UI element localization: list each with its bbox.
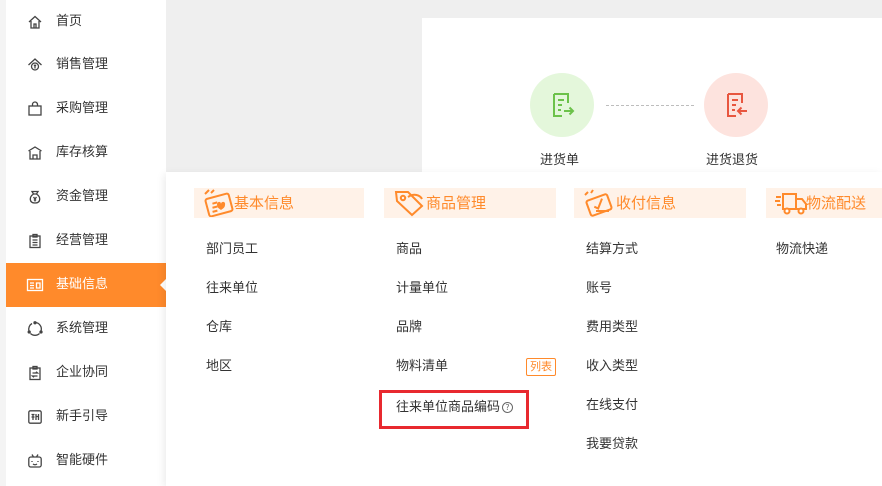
menu-link-settlement-method[interactable]: 结算方式 xyxy=(586,241,638,259)
sidebar-item-sales[interactable]: 销售管理 xyxy=(6,43,166,87)
menu-link-apply-loan[interactable]: 我要贷款 xyxy=(586,436,638,454)
bill-of-materials-list-badge[interactable]: 列表 xyxy=(526,358,556,376)
flow-connector-line xyxy=(606,105,694,106)
column-header-product-management: 商品管理 xyxy=(384,188,556,218)
menu-link-expense-type[interactable]: 费用类型 xyxy=(586,319,638,337)
system-icon xyxy=(26,320,44,338)
menu-link-product[interactable]: 商品 xyxy=(396,241,422,259)
sidebar-item-new-guide[interactable]: 新手引导 xyxy=(6,395,166,439)
menu-link-bill-of-materials[interactable]: 物料清单 xyxy=(396,358,448,376)
smart-hardware-icon xyxy=(26,452,44,470)
sidebar-item-label: 基础信息 xyxy=(56,277,109,292)
purchase-return-icon xyxy=(727,93,747,117)
sidebar-item-label: 采购管理 xyxy=(56,101,109,116)
warehouse-icon xyxy=(26,144,44,162)
sidebar-item-basic-info[interactable]: 基础信息 xyxy=(6,263,166,307)
sidebar-item-funds[interactable]: 资金管理 xyxy=(6,175,166,219)
sales-icon xyxy=(26,56,44,74)
sidebar-item-home[interactable]: 首页 xyxy=(6,0,166,44)
sidebar-item-label: 新手引导 xyxy=(56,409,109,424)
home-icon xyxy=(26,13,44,31)
sidebar-item-inventory[interactable]: 库存核算 xyxy=(6,131,166,175)
menu-link-online-payment[interactable]: 在线支付 xyxy=(586,397,638,415)
product-tag-icon xyxy=(394,191,424,217)
column-title: 商品管理 xyxy=(426,194,487,212)
column-header-basic-info: 基本信息 xyxy=(194,188,364,218)
menu-link-logistics-express[interactable]: 物流快递 xyxy=(776,241,828,259)
sidebar-item-collaboration[interactable]: 企业协同 xyxy=(6,351,166,395)
payment-icon xyxy=(584,189,613,217)
sidebar-item-label: 智能硬件 xyxy=(56,453,109,468)
sidebar-item-label: 资金管理 xyxy=(56,189,109,204)
menu-link-region[interactable]: 地区 xyxy=(206,358,232,376)
menu-link-brand[interactable]: 品牌 xyxy=(396,319,422,337)
sidebar-item-label: 企业协同 xyxy=(56,365,109,380)
column-title: 物流配送 xyxy=(806,194,867,212)
column-title: 收付信息 xyxy=(616,194,677,212)
menu-link-account[interactable]: 账号 xyxy=(586,280,612,298)
menu-link-income-type[interactable]: 收入类型 xyxy=(586,358,638,376)
column-header-payment-info: 收付信息 xyxy=(574,188,746,218)
purchase-return-label[interactable]: 进货退货 xyxy=(706,149,758,168)
menu-link-unit-of-measure[interactable]: 计量单位 xyxy=(396,280,448,298)
sidebar: 首页 销售管理 采购管理 库存核算 资金管理 经营管理 基础信息 系统管理 企业… xyxy=(6,0,166,486)
sidebar-item-operations[interactable]: 经营管理 xyxy=(6,219,166,263)
sidebar-item-label: 销售管理 xyxy=(56,57,109,72)
purchase-flow-card: 进货单 进货退货 xyxy=(422,18,882,178)
sidebar-item-label: 经营管理 xyxy=(56,233,109,248)
purchase-bag-icon xyxy=(26,100,44,118)
sidebar-item-label: 库存核算 xyxy=(56,145,109,160)
sidebar-item-label: 系统管理 xyxy=(56,321,109,336)
menu-link-business-partners[interactable]: 往来单位 xyxy=(206,280,258,298)
menu-link-warehouse[interactable]: 仓库 xyxy=(206,319,232,337)
column-header-logistics: 物流配送 xyxy=(766,188,882,218)
sidebar-item-purchase[interactable]: 采购管理 xyxy=(6,87,166,131)
purchase-order-label[interactable]: 进货单 xyxy=(540,149,579,168)
id-card-icon xyxy=(26,276,44,294)
purchase-order-icon xyxy=(553,93,575,117)
sidebar-item-smart-hardware[interactable]: 智能硬件 xyxy=(6,439,166,483)
collaboration-icon xyxy=(26,364,44,382)
money-bag-icon xyxy=(26,188,44,206)
column-title: 基本信息 xyxy=(234,194,295,212)
sidebar-item-system[interactable]: 系统管理 xyxy=(6,307,166,351)
highlight-annotation-box xyxy=(379,390,529,429)
new-guide-icon xyxy=(26,408,44,426)
clipboard-icon xyxy=(26,232,44,250)
purchase-return-node[interactable] xyxy=(704,73,768,137)
sidebar-item-label: 首页 xyxy=(56,14,83,29)
basic-info-flyout-menu: 基本信息 部门员工 往来单位 仓库 地区 商品管理 商品 计量单位 品牌 物料清… xyxy=(166,172,882,486)
purchase-order-node[interactable] xyxy=(530,73,594,137)
menu-link-department-staff[interactable]: 部门员工 xyxy=(206,241,258,259)
